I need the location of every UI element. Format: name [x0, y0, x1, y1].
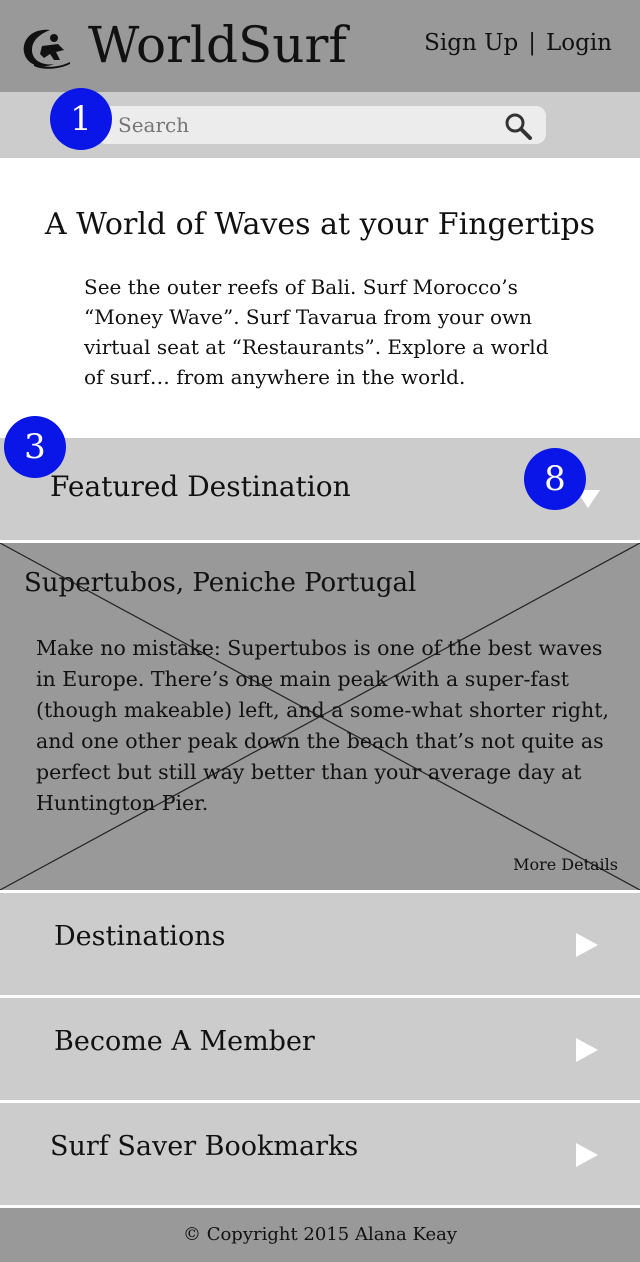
search-input[interactable] — [96, 106, 546, 144]
nav-item-label: Destinations — [54, 921, 226, 952]
more-details-link[interactable]: More Details — [513, 855, 618, 874]
nav-item-bookmarks[interactable]: Surf Saver Bookmarks — [0, 1103, 640, 1205]
chevron-right-icon — [576, 933, 598, 957]
auth-links: Sign Up | Login — [424, 30, 612, 56]
destination-description: Make no mistake: Supertubos is one of th… — [36, 636, 610, 815]
hero-title: A World of Waves at your Fingertips — [44, 207, 596, 242]
nav-item-become-member[interactable]: Become A Member — [0, 998, 640, 1100]
nav-item-label: Become A Member — [54, 1026, 315, 1057]
footer: © Copyright 2015 Alana Keay — [0, 1208, 640, 1262]
featured-destination-title: Featured Destination — [50, 470, 351, 503]
chevron-right-icon — [576, 1038, 598, 1062]
featured-destination-card: Supertubos, Peniche Portugal Make no mis… — [0, 543, 640, 890]
copyright-text: © Copyright 2015 Alana Keay — [182, 1224, 458, 1245]
login-link[interactable]: Login — [546, 30, 612, 56]
header: WorldSurf Sign Up | Login — [0, 0, 640, 92]
nav-item-destinations[interactable]: Destinations — [0, 893, 640, 995]
surfer-logo-icon — [23, 29, 70, 69]
annotation-badge-8: 8 — [524, 448, 586, 510]
annotation-badge-3: 3 — [4, 416, 66, 478]
nav-item-label: Surf Saver Bookmarks — [50, 1131, 359, 1162]
chevron-right-icon — [576, 1143, 598, 1167]
search-icon[interactable] — [504, 112, 532, 140]
hero-description: See the outer reefs of Bali. Surf Morocc… — [84, 275, 549, 389]
site-logo[interactable]: WorldSurf — [88, 10, 347, 80]
annotation-badge-1: 1 — [50, 88, 112, 150]
destination-name: Supertubos, Peniche Portugal — [24, 568, 417, 598]
auth-separator: | — [528, 30, 536, 56]
signup-link[interactable]: Sign Up — [424, 30, 518, 56]
